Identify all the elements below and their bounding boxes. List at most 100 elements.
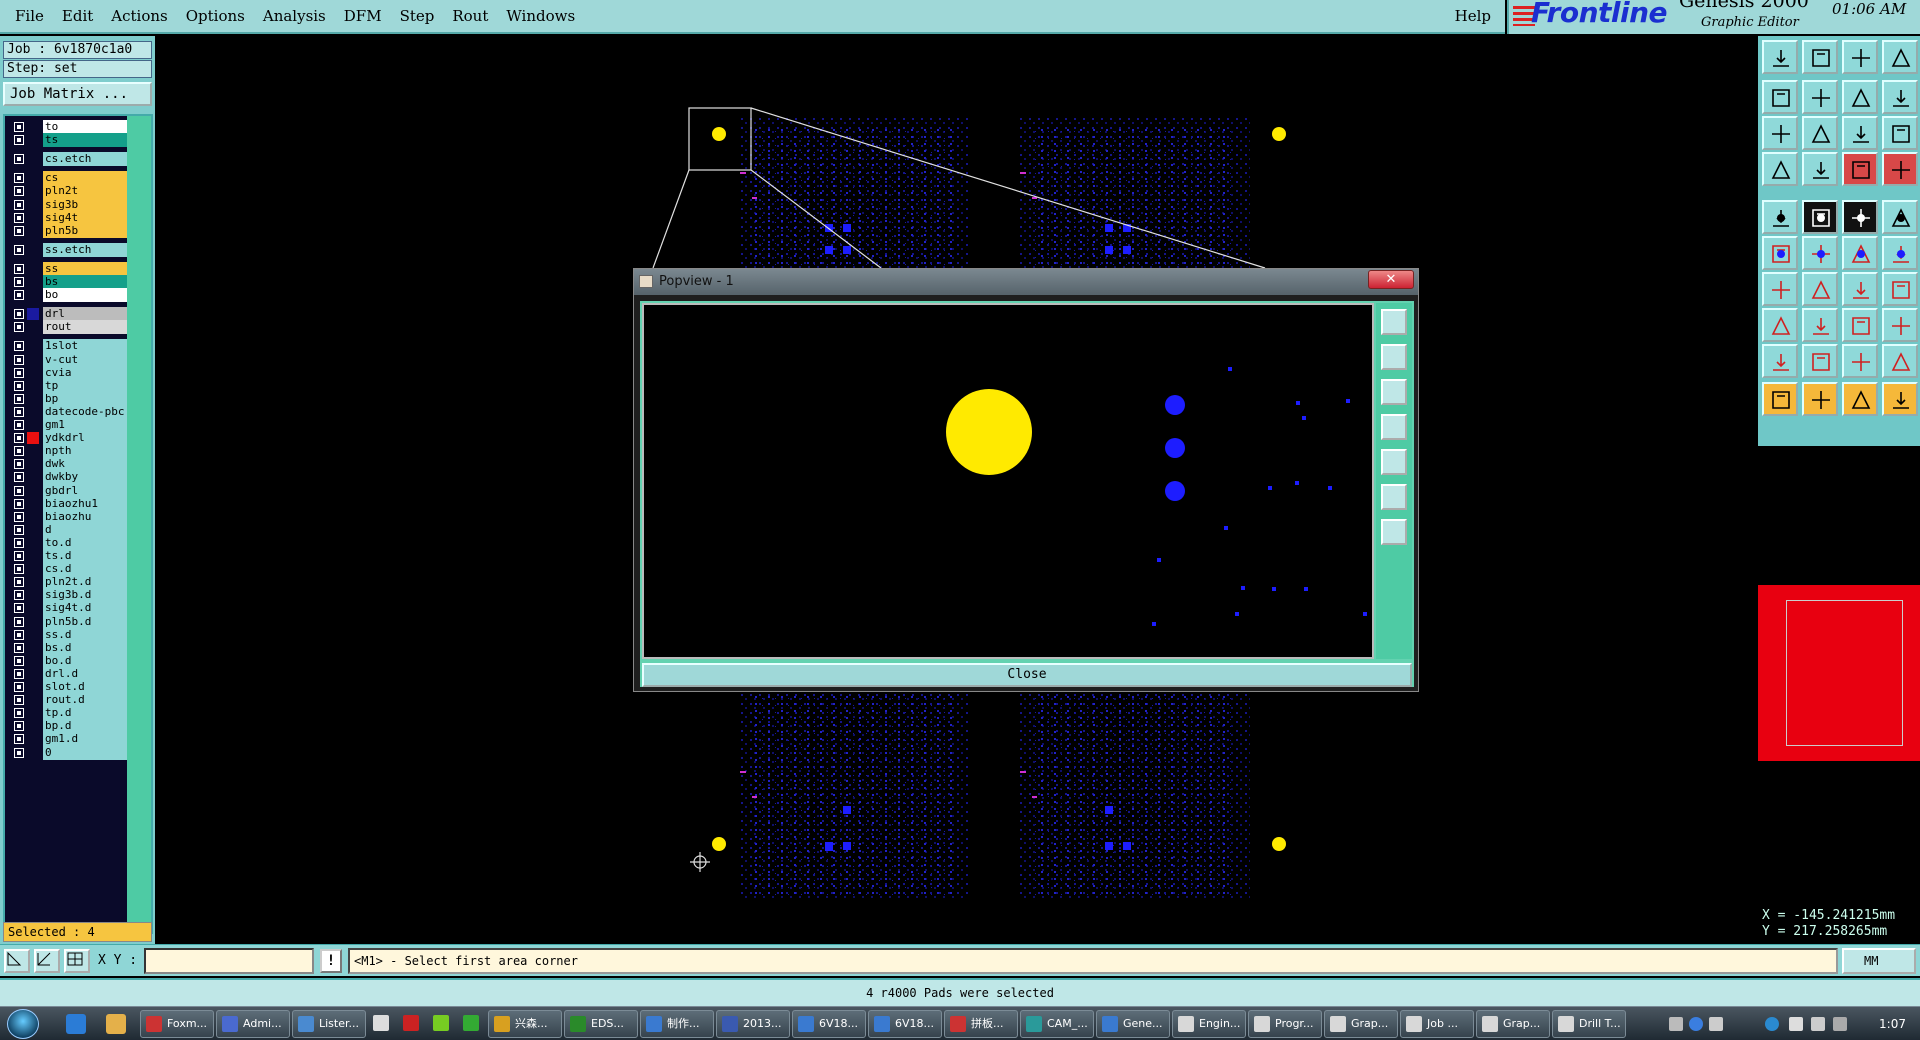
layer-name[interactable]: ts [43,133,129,148]
layout-button[interactable] [1882,40,1918,74]
layer-affected-slot[interactable] [27,354,39,366]
taskbar-task[interactable] [428,1010,456,1038]
layer-checkbox[interactable] [14,290,24,301]
layer-checkbox[interactable] [14,695,24,706]
units-selector[interactable]: MM [1842,948,1916,974]
layer-row[interactable]: 0 [10,745,129,760]
snap-pad-button[interactable] [1762,308,1798,342]
layer-name[interactable]: bo.d [43,653,129,668]
layer-affected-slot[interactable] [27,321,39,333]
open-job-button[interactable] [1762,40,1798,74]
layer-checkbox[interactable] [14,551,24,561]
layer-row[interactable]: slot.d [10,680,129,694]
taskbar-task[interactable]: 6V18... [792,1010,866,1038]
layer-affected-slot[interactable] [27,602,39,614]
layer-name[interactable]: 0 [43,745,129,760]
layer-affected-slot[interactable] [27,707,39,719]
layer-checkbox[interactable] [14,135,24,146]
menu-analysis[interactable]: Analysis [254,0,335,33]
layer-checkbox[interactable] [14,263,24,274]
layer-name[interactable]: pln5b.d [43,614,129,629]
layer-checkbox[interactable] [14,225,24,236]
menu-file[interactable]: File [6,0,53,33]
layer-name[interactable]: bs.d [43,640,129,655]
next-step-button[interactable] [1802,80,1838,114]
menu-step[interactable]: Step [391,0,444,33]
layer-name[interactable]: rout.d [43,693,129,708]
layer-affected-slot[interactable] [27,199,39,211]
layer-affected-slot[interactable] [27,263,39,275]
layer-row[interactable]: gm1 [10,418,129,432]
layer-row[interactable]: ydkdrl [10,431,129,446]
layer-name[interactable]: ss.etch [43,242,129,257]
layer-checkbox[interactable] [14,154,24,165]
pv-pan-right-button[interactable] [1381,449,1407,475]
measure-button[interactable] [34,949,60,973]
mirror-button[interactable] [1882,272,1918,306]
copy-button[interactable] [1882,308,1918,342]
layer-affected-slot[interactable] [27,393,39,405]
ie-icon[interactable] [66,1014,86,1034]
layer-row[interactable]: pln2t.d [10,575,129,590]
profile-button[interactable] [1802,200,1838,234]
layer-name[interactable]: biaozhu [43,509,129,524]
layer-name[interactable]: datecode-pbc [43,404,129,419]
zoom-home-button[interactable] [1802,116,1838,150]
layer-name[interactable]: pln2t.d [43,575,129,590]
cross-select-button[interactable] [1802,236,1838,270]
layer-row[interactable]: sig3b.d [10,588,129,603]
layer-affected-slot[interactable] [27,380,39,392]
home-button[interactable] [1842,40,1878,74]
layer-affected-slot[interactable] [27,733,39,745]
layer-checkbox[interactable] [14,406,24,417]
layer-row[interactable]: sig4t.d [10,601,129,616]
xy-input[interactable] [144,948,314,974]
layer-checkbox[interactable] [14,199,24,210]
layer-checkbox[interactable] [14,380,24,391]
layer-checkbox[interactable] [14,367,24,378]
layer-name[interactable]: v-cut [43,352,129,367]
measure-pad-button[interactable] [1842,308,1878,342]
layer-affected-slot[interactable] [27,185,39,197]
layer-checkbox[interactable] [14,420,24,430]
explorer-icon[interactable] [106,1014,126,1034]
taskbar-task[interactable]: 制作... [640,1010,714,1038]
job-matrix-button[interactable]: Job Matrix ... [3,82,152,106]
layer-row[interactable]: datecode-pbc [10,404,129,419]
layer-row[interactable]: cs [10,171,129,186]
feature-filter-button[interactable] [1762,152,1798,186]
layer-name[interactable]: rout [43,320,129,335]
layer-checkbox[interactable] [14,309,24,320]
layer-checkbox[interactable] [14,354,24,365]
layer-affected-slot[interactable] [27,694,39,706]
start-button[interactable] [7,1009,39,1039]
layer-affected-slot[interactable] [27,589,39,601]
layer-affected-slot[interactable] [27,134,39,146]
layer-checkbox[interactable] [14,603,24,614]
layer-name[interactable]: pln2t [43,184,129,199]
taskbar-task[interactable]: Progr... [1248,1010,1322,1038]
monitor-tray-icon[interactable] [1789,1017,1803,1031]
layer-name[interactable]: sig3b [43,197,129,212]
layer-affected-slot[interactable] [27,498,39,510]
taskbar-task[interactable]: 拼板... [944,1010,1018,1038]
layer-row[interactable]: cs.d [10,562,129,577]
layer-name[interactable]: bo [43,288,129,303]
menu-options[interactable]: Options [177,0,254,33]
layer-row[interactable]: bp [10,391,129,406]
taskbar-task[interactable] [458,1010,486,1038]
layer-affected-slot[interactable] [27,524,39,536]
layer-affected-slot[interactable] [27,225,39,237]
layer-row[interactable]: cs.etch [10,152,129,167]
info-button[interactable]: ! [320,949,342,973]
flag-icon[interactable] [1833,1017,1847,1031]
layer-row[interactable]: biaozhu [10,509,129,524]
layer-name[interactable]: bp.d [43,719,129,734]
layer-checkbox[interactable] [14,747,24,758]
layer-row[interactable]: npth [10,444,129,459]
layer-row[interactable]: bo [10,288,129,303]
layer-affected-slot[interactable] [27,655,39,667]
layer-checkbox[interactable] [14,472,24,483]
select-arrow-button[interactable] [1762,382,1798,416]
layer-row[interactable]: rout [10,320,129,335]
